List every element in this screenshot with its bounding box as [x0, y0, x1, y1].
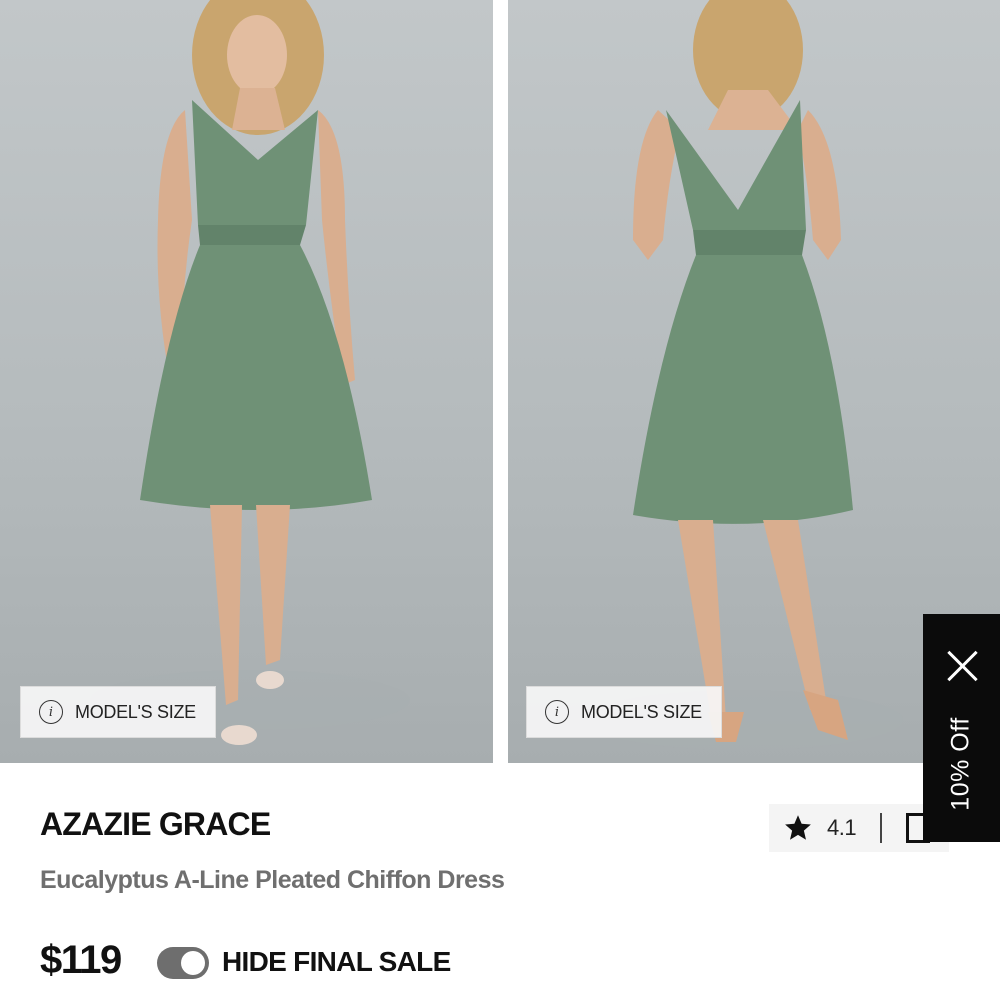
- info-icon: i: [545, 700, 569, 724]
- star-icon: [785, 815, 811, 840]
- rating-summary[interactable]: 4.1: [769, 804, 949, 852]
- rating-divider: [880, 813, 883, 843]
- model-size-button-front[interactable]: i MODEL'S SIZE: [20, 686, 216, 738]
- hide-final-sale-label: HIDE FINAL SALE: [222, 946, 451, 977]
- product-image-front[interactable]: [0, 0, 493, 763]
- model-size-label: MODEL'S SIZE: [75, 701, 196, 722]
- hide-final-sale-toggle[interactable]: [157, 947, 209, 979]
- discount-label: 10% Off: [946, 717, 975, 811]
- discount-promo-tab[interactable]: 10% Off: [923, 614, 1000, 842]
- front-view-illustration: [90, 0, 410, 745]
- info-icon: i: [39, 700, 63, 724]
- brand-name[interactable]: AZAZIE GRACE: [40, 806, 271, 843]
- model-size-label: MODEL'S SIZE: [581, 701, 702, 722]
- model-size-button-back[interactable]: i MODEL'S SIZE: [526, 686, 722, 738]
- product-price: $119: [40, 938, 122, 982]
- rating-value: 4.1: [827, 815, 857, 840]
- toggle-knob: [181, 951, 205, 975]
- product-title: Eucalyptus A-Line Pleated Chiffon Dress: [40, 866, 505, 894]
- close-icon[interactable]: [945, 648, 979, 682]
